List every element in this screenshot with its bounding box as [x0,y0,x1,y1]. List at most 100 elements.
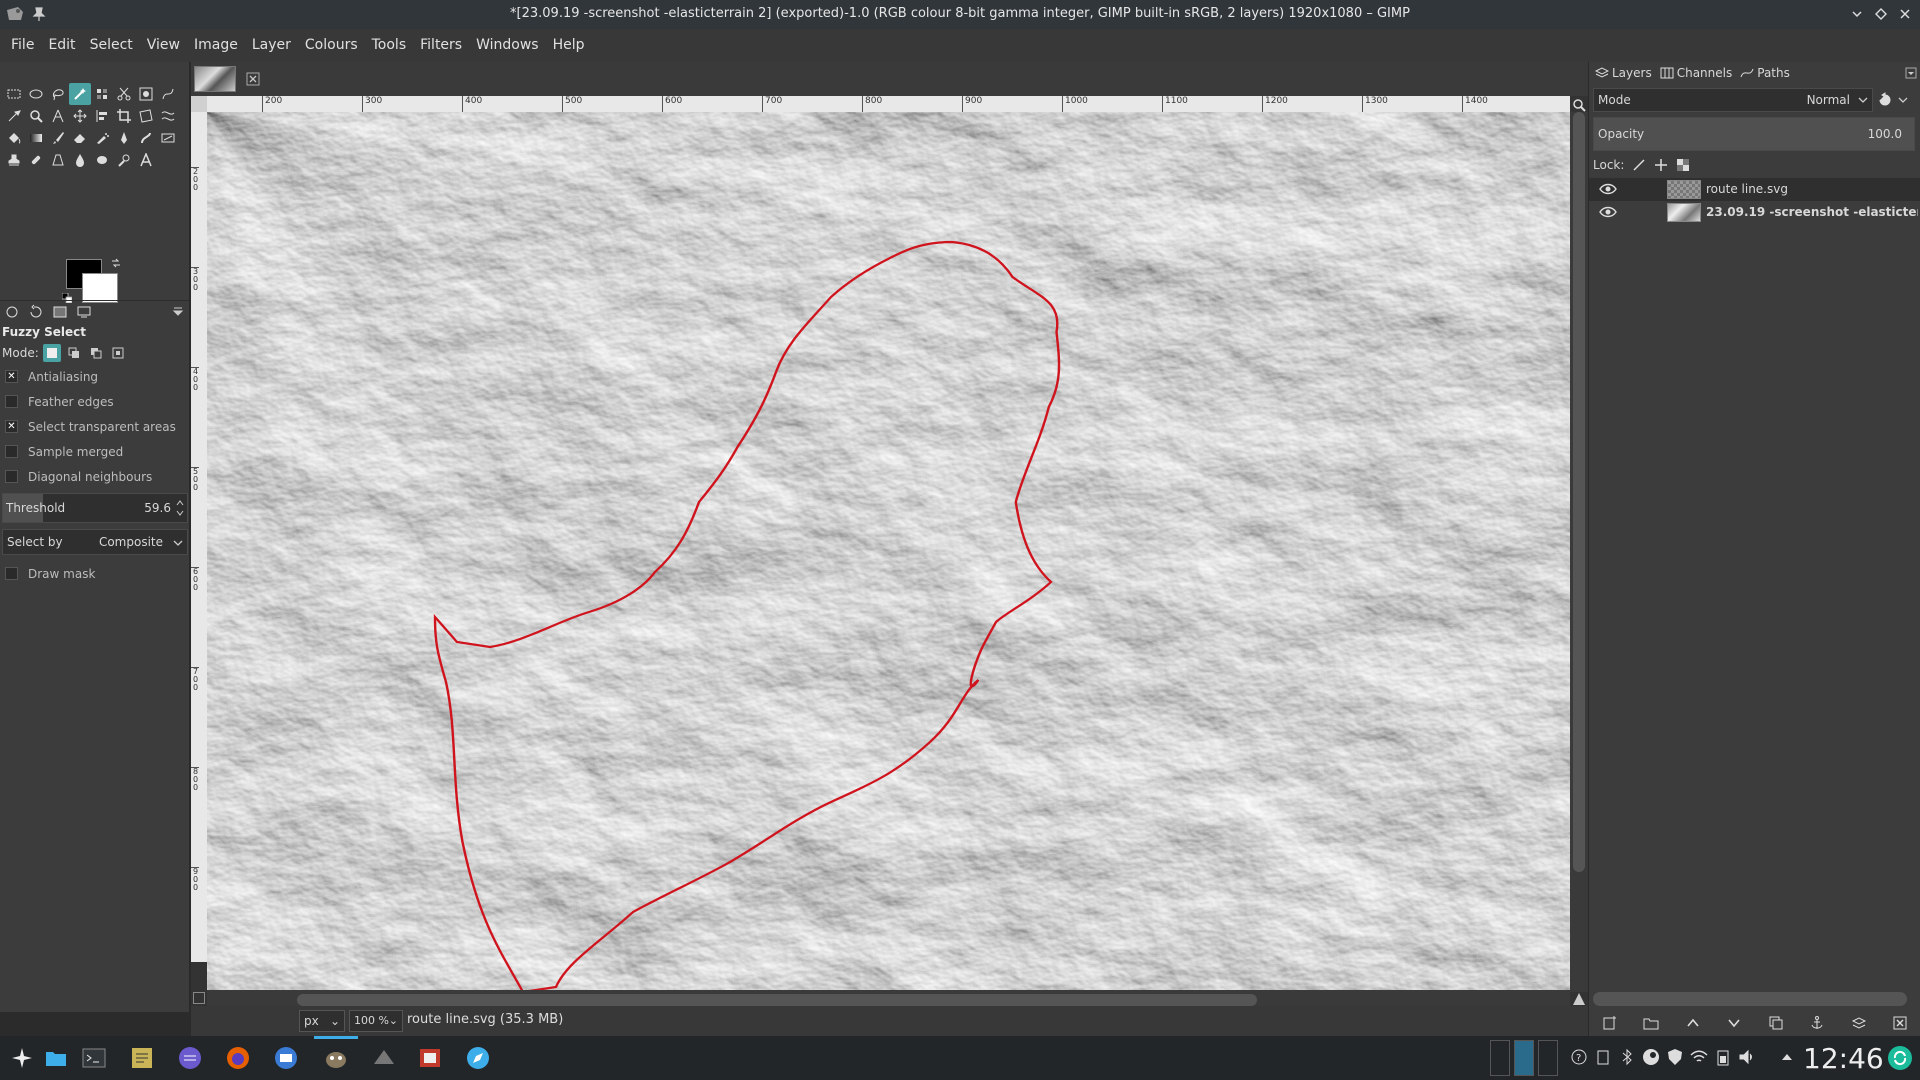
dock-horizontal-scrollbar[interactable] [1593,992,1907,1006]
paintbrush-tool[interactable] [47,127,69,149]
reset-mode-icon[interactable] [1877,92,1893,108]
merge-layer-icon[interactable] [1851,1015,1867,1031]
presentation-app-icon[interactable] [416,1044,444,1072]
undo-history-tab-icon[interactable] [28,304,44,320]
option-antialiasing[interactable]: ✕ Antialiasing [0,364,190,389]
background-color[interactable] [82,273,118,303]
menu-tools[interactable]: Tools [365,29,414,62]
ink-tool[interactable] [113,127,135,149]
antialiasing-checkbox[interactable]: ✕ [5,370,18,383]
free-select-tool[interactable] [47,83,69,105]
ellipse-select-tool[interactable] [25,83,47,105]
sync-icon[interactable] [1886,1044,1914,1072]
sample-merged-checkbox[interactable] [5,445,18,458]
option-feather-edges[interactable]: Feather edges [0,389,190,414]
measure-tool[interactable] [47,105,69,127]
dodge-burn-tool[interactable] [113,149,135,171]
vertical-scrollbar[interactable] [1570,112,1588,992]
color-picker-tool[interactable] [3,105,25,127]
bluetooth-icon[interactable] [1618,1048,1636,1066]
lock-alpha-icon[interactable] [1676,158,1690,172]
diagonal-neighbours-checkbox[interactable] [5,470,18,483]
gimp-task-icon[interactable] [322,1044,350,1072]
horizontal-scroll-thumb[interactable] [297,994,1257,1006]
layer-mode-dropdown[interactable]: Mode Normal [1593,88,1873,112]
lock-position-icon[interactable] [1654,158,1668,172]
text-tool[interactable] [135,149,157,171]
by-color-select-tool[interactable] [91,83,113,105]
text-tool-slot[interactable] [157,127,179,149]
feather-edges-checkbox[interactable] [5,395,18,408]
heal-tool[interactable] [25,149,47,171]
menu-help[interactable]: Help [546,29,592,62]
close-button[interactable] [1896,5,1914,23]
move-tool[interactable] [69,105,91,127]
virtual-desktop-3[interactable] [1538,1040,1558,1076]
zoom-selector[interactable]: 100 % ⌄ [349,1010,403,1032]
menu-file[interactable]: File [4,29,41,62]
warp-transform-tool[interactable] [157,105,179,127]
swap-colors-icon[interactable] [110,257,122,269]
menu-layer[interactable]: Layer [245,29,298,62]
blur-tool[interactable] [69,149,91,171]
anchor-layer-icon[interactable] [1809,1015,1825,1031]
duplicate-layer-icon[interactable] [1768,1015,1784,1031]
clipboard-icon[interactable] [1594,1048,1612,1066]
mail-client-icon[interactable] [272,1044,300,1072]
firefox-icon[interactable] [224,1044,252,1072]
mode-add-button[interactable] [65,344,83,362]
eye-icon[interactable] [1599,205,1617,219]
select-transparent-checkbox[interactable]: ✕ [5,420,18,433]
messenger-icon[interactable] [176,1044,204,1072]
close-icon[interactable] [246,72,260,86]
system-monitor-icon[interactable] [370,1044,398,1072]
clone-tool[interactable] [3,149,25,171]
browser-compass-icon[interactable] [464,1044,492,1072]
tab-channels[interactable]: Channels [1658,66,1735,80]
gradient-tool[interactable] [25,127,47,149]
zoom-tool[interactable] [25,105,47,127]
app-launcher-icon[interactable] [8,1044,36,1072]
mode-subtract-button[interactable] [87,344,105,362]
help-icon[interactable]: ? [1570,1048,1588,1066]
new-layer-icon[interactable] [1602,1015,1618,1031]
lower-layer-icon[interactable] [1726,1015,1742,1031]
menu-edit[interactable]: Edit [41,29,82,62]
foreground-select-tool[interactable] [135,83,157,105]
wifi-icon[interactable] [1690,1048,1708,1066]
horizontal-ruler[interactable]: 200 300 400 500 600 700 800 900 1000 1100 1200 1300… [207,96,1570,112]
menu-select[interactable]: Select [83,29,140,62]
draw-mask-checkbox[interactable] [5,567,18,580]
steam-icon[interactable] [1642,1048,1660,1066]
menu-filters[interactable]: Filters [413,29,469,62]
images-tab-icon[interactable] [52,304,68,320]
lock-pixels-icon[interactable] [1632,158,1646,172]
paths-tool[interactable] [157,83,179,105]
threshold-slider[interactable]: Threshold 59.6 [2,493,188,523]
battery-icon[interactable] [1714,1048,1732,1066]
unified-transform-tool[interactable] [135,105,157,127]
file-manager-icon[interactable] [42,1044,70,1072]
tray-expand-icon[interactable] [1778,1048,1796,1066]
option-sample-merged[interactable]: Sample merged [0,439,190,464]
chevron-down-icon[interactable] [1897,94,1909,106]
perspective-clone-tool[interactable] [47,149,69,171]
mode-intersect-button[interactable] [109,344,127,362]
fuzzy-select-tool[interactable] [69,83,91,105]
vertical-ruler[interactable]: 200 300 400 500 600 700 800 900 [191,112,207,962]
tab-menu-icon[interactable] [1905,67,1917,79]
clock[interactable]: 12:46 [1803,1042,1884,1075]
devices-tab-icon[interactable] [76,304,92,320]
tool-options-tab-icon[interactable] [4,304,20,320]
menu-image[interactable]: Image [187,29,245,62]
rect-select-tool[interactable] [3,83,25,105]
spinner-arrows-icon[interactable] [175,496,185,520]
layer-row[interactable]: 23.09.19 -screenshot -elasticterrain 1.p… [1589,201,1920,224]
image-tab-thumbnail[interactable] [194,66,236,92]
tab-menu-icon[interactable] [172,305,184,317]
menu-view[interactable]: View [140,29,187,62]
airbrush-tool[interactable] [91,127,113,149]
opacity-slider[interactable]: Opacity 100.0 [1593,117,1915,151]
vertical-scroll-thumb[interactable] [1573,112,1585,872]
menu-windows[interactable]: Windows [469,29,546,62]
